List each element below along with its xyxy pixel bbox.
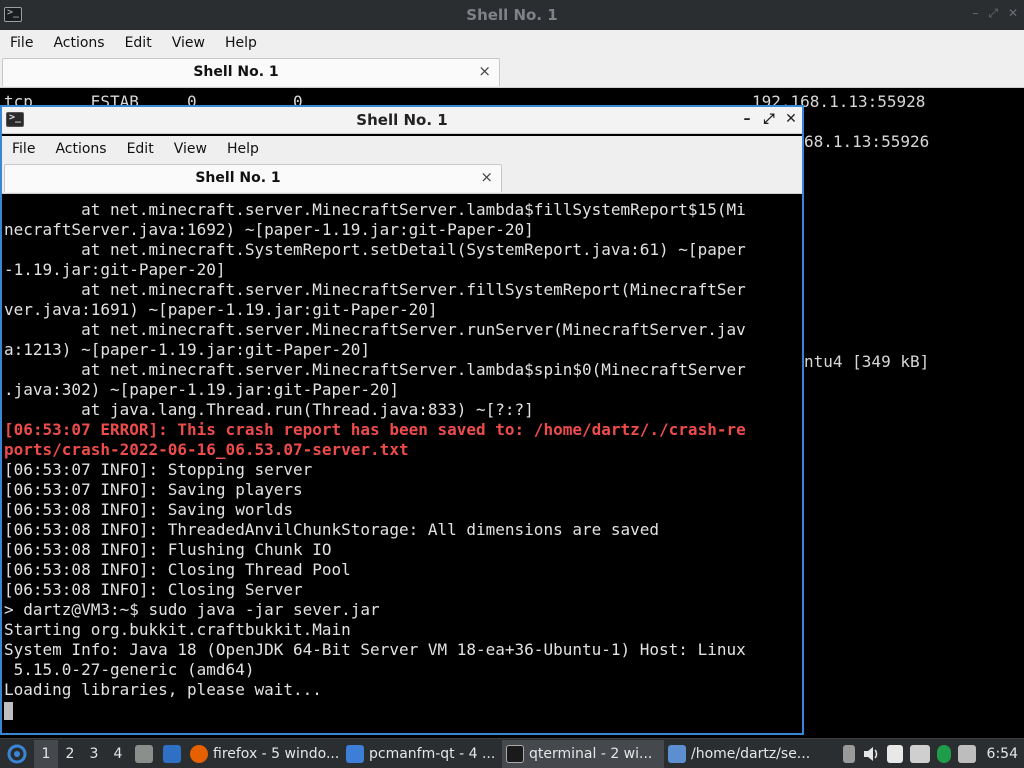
- foreground-tabbar: Shell No. 1 ×: [2, 162, 802, 194]
- menu-view[interactable]: View: [164, 141, 217, 157]
- terminal-line: at net.minecraft.server.MinecraftServer.…: [4, 200, 746, 219]
- foreground-titlebar[interactable]: Shell No. 1 – ⤢ ✕: [2, 107, 802, 134]
- terminal-cursor: [4, 701, 13, 720]
- terminal-line: at net.minecraft.server.MinecraftServer.…: [4, 360, 746, 379]
- close-icon[interactable]: ✕: [782, 110, 800, 128]
- keyboard-icon[interactable]: [909, 745, 930, 763]
- foreground-terminal-window: Shell No. 1 – ⤢ ✕ File Actions Edit View…: [0, 105, 804, 735]
- taskbar: 1 2 3 4 firefox - 5 windo... pcmanfm-qt …: [0, 738, 1024, 768]
- menu-help[interactable]: Help: [215, 35, 267, 51]
- terminal-line: at net.minecraft.SystemReport.setDetail(…: [4, 240, 746, 259]
- terminal-line: -1.19.jar:git-Paper-20]: [4, 260, 226, 279]
- system-tray: 6:54: [842, 739, 1024, 768]
- background-terminal-line: tcp ESTAB 0 0: [4, 92, 303, 105]
- firefox-icon: [190, 744, 208, 763]
- terminal-icon: [506, 744, 524, 763]
- terminal-output[interactable]: at net.minecraft.server.MinecraftServer.…: [4, 200, 800, 733]
- minimize-icon[interactable]: –: [738, 110, 756, 128]
- menu-edit[interactable]: Edit: [117, 141, 164, 157]
- menu-view[interactable]: View: [162, 35, 215, 51]
- terminal-line: [06:53:08 INFO]: Saving worlds: [4, 500, 293, 519]
- terminal-line: a:1213) ~[paper-1.19.jar:git-Paper-20]: [4, 340, 371, 359]
- workspace-2[interactable]: 2: [58, 740, 82, 768]
- foreground-window-title: Shell No. 1: [356, 111, 448, 129]
- trash-icon: [135, 744, 153, 763]
- terminal-line: 5.15.0-27-generic (amd64): [4, 660, 255, 679]
- show-desktop-launcher[interactable]: [158, 740, 186, 768]
- tab-close-icon[interactable]: ×: [478, 62, 491, 80]
- terminal-line: at java.lang.Thread.run(Thread.java:833)…: [4, 400, 534, 419]
- task-firefox[interactable]: firefox - 5 windo...: [186, 740, 342, 768]
- terminal-line: ports/crash-2022-06-16_06.53.07-server.t…: [4, 440, 409, 459]
- terminal-line: [06:53:07 INFO]: Stopping server: [4, 460, 313, 479]
- menu-actions[interactable]: Actions: [43, 35, 114, 51]
- update-notifier-icon[interactable]: [936, 745, 951, 763]
- start-menu-button[interactable]: [0, 740, 34, 768]
- background-terminal-line: 68.1.13:55926: [804, 132, 930, 151]
- background-window-title: Shell No. 1: [466, 6, 558, 24]
- tab-label: Shell No. 1: [195, 170, 281, 186]
- terminal-line: [06:53:08 INFO]: Flushing Chunk IO: [4, 540, 332, 559]
- background-terminal-line: ntu4 [349 kB]: [804, 352, 930, 371]
- close-icon[interactable]: ✕: [1008, 6, 1018, 21]
- workspace-4[interactable]: 4: [106, 740, 130, 768]
- task-label: pcmanfm-qt - 4 ...: [369, 745, 496, 762]
- menu-edit[interactable]: Edit: [115, 35, 162, 51]
- task-label: /home/dartz/se...: [691, 745, 811, 762]
- terminal-line: > dartz@VM3:~$ sudo java -jar sever.jar: [4, 600, 380, 619]
- terminal-line: at net.minecraft.server.MinecraftServer.…: [4, 280, 746, 299]
- menu-actions[interactable]: Actions: [45, 141, 116, 157]
- minimize-icon[interactable]: –: [972, 6, 978, 21]
- terminal-line: necraftServer.java:1692) ~[paper-1.19.ja…: [4, 220, 534, 239]
- menu-file[interactable]: File: [0, 35, 43, 51]
- maximize-icon[interactable]: ⤢: [760, 110, 778, 128]
- terminal-line: Starting org.bukkit.craftbukkit.Main: [4, 620, 351, 639]
- terminal-line: at net.minecraft.server.MinecraftServer.…: [4, 320, 746, 339]
- terminal-line: System Info: Java 18 (OpenJDK 64-Bit Ser…: [4, 640, 746, 659]
- menu-file[interactable]: File: [2, 141, 45, 157]
- terminal-line: [06:53:07 ERROR]: This crash report has …: [4, 420, 746, 439]
- lxqt-menu-icon: [7, 744, 27, 763]
- terminal-line: [06:53:08 INFO]: ThreadedAnvilChunkStora…: [4, 520, 660, 539]
- tab-shell-1[interactable]: Shell No. 1 ×: [2, 58, 500, 86]
- foreground-menubar: File Actions Edit View Help: [2, 136, 802, 162]
- text-editor-icon: [668, 744, 686, 763]
- terminal-line: [06:53:07 INFO]: Saving players: [4, 480, 303, 499]
- tab-close-icon[interactable]: ×: [480, 168, 493, 186]
- background-titlebar[interactable]: Shell No. 1 – ⤢ ✕: [0, 0, 1024, 30]
- terminal-line: [06:53:08 INFO]: Closing Server: [4, 580, 303, 599]
- folder-icon: [346, 744, 364, 763]
- task-label: qterminal - 2 wi...: [529, 745, 653, 762]
- trash-launcher[interactable]: [130, 740, 158, 768]
- workspace-3[interactable]: 3: [82, 740, 106, 768]
- terminal-line: ver.java:1691) ~[paper-1.19.jar:git-Pape…: [4, 300, 438, 319]
- task-label: firefox - 5 windo...: [213, 745, 340, 762]
- menu-help[interactable]: Help: [217, 141, 269, 157]
- volume-icon[interactable]: [862, 745, 880, 763]
- eject-icon[interactable]: [842, 745, 855, 763]
- background-menubar: File Actions Edit View Help: [0, 30, 1024, 56]
- terminal-line: [06:53:08 INFO]: Closing Thread Pool: [4, 560, 351, 579]
- tab-shell-1[interactable]: Shell No. 1 ×: [4, 164, 502, 192]
- network-icon[interactable]: [957, 745, 976, 763]
- tab-label: Shell No. 1: [193, 64, 279, 80]
- clock[interactable]: 6:54: [987, 746, 1018, 762]
- desktop-icon: [163, 744, 181, 763]
- terminal-line: Loading libraries, please wait...: [4, 680, 322, 699]
- maximize-icon[interactable]: ⤢: [988, 6, 998, 21]
- task-qterminal[interactable]: qterminal - 2 wi...: [502, 739, 664, 768]
- task-pcmanfm[interactable]: pcmanfm-qt - 4 ...: [342, 740, 502, 768]
- background-tabbar: Shell No. 1 ×: [0, 56, 1024, 88]
- task-text-editor[interactable]: /home/dartz/se...: [664, 740, 814, 768]
- workspace-1[interactable]: 1: [34, 739, 58, 768]
- terminal-line: .java:302) ~[paper-1.19.jar:git-Paper-20…: [4, 380, 399, 399]
- clipboard-icon[interactable]: [886, 745, 903, 763]
